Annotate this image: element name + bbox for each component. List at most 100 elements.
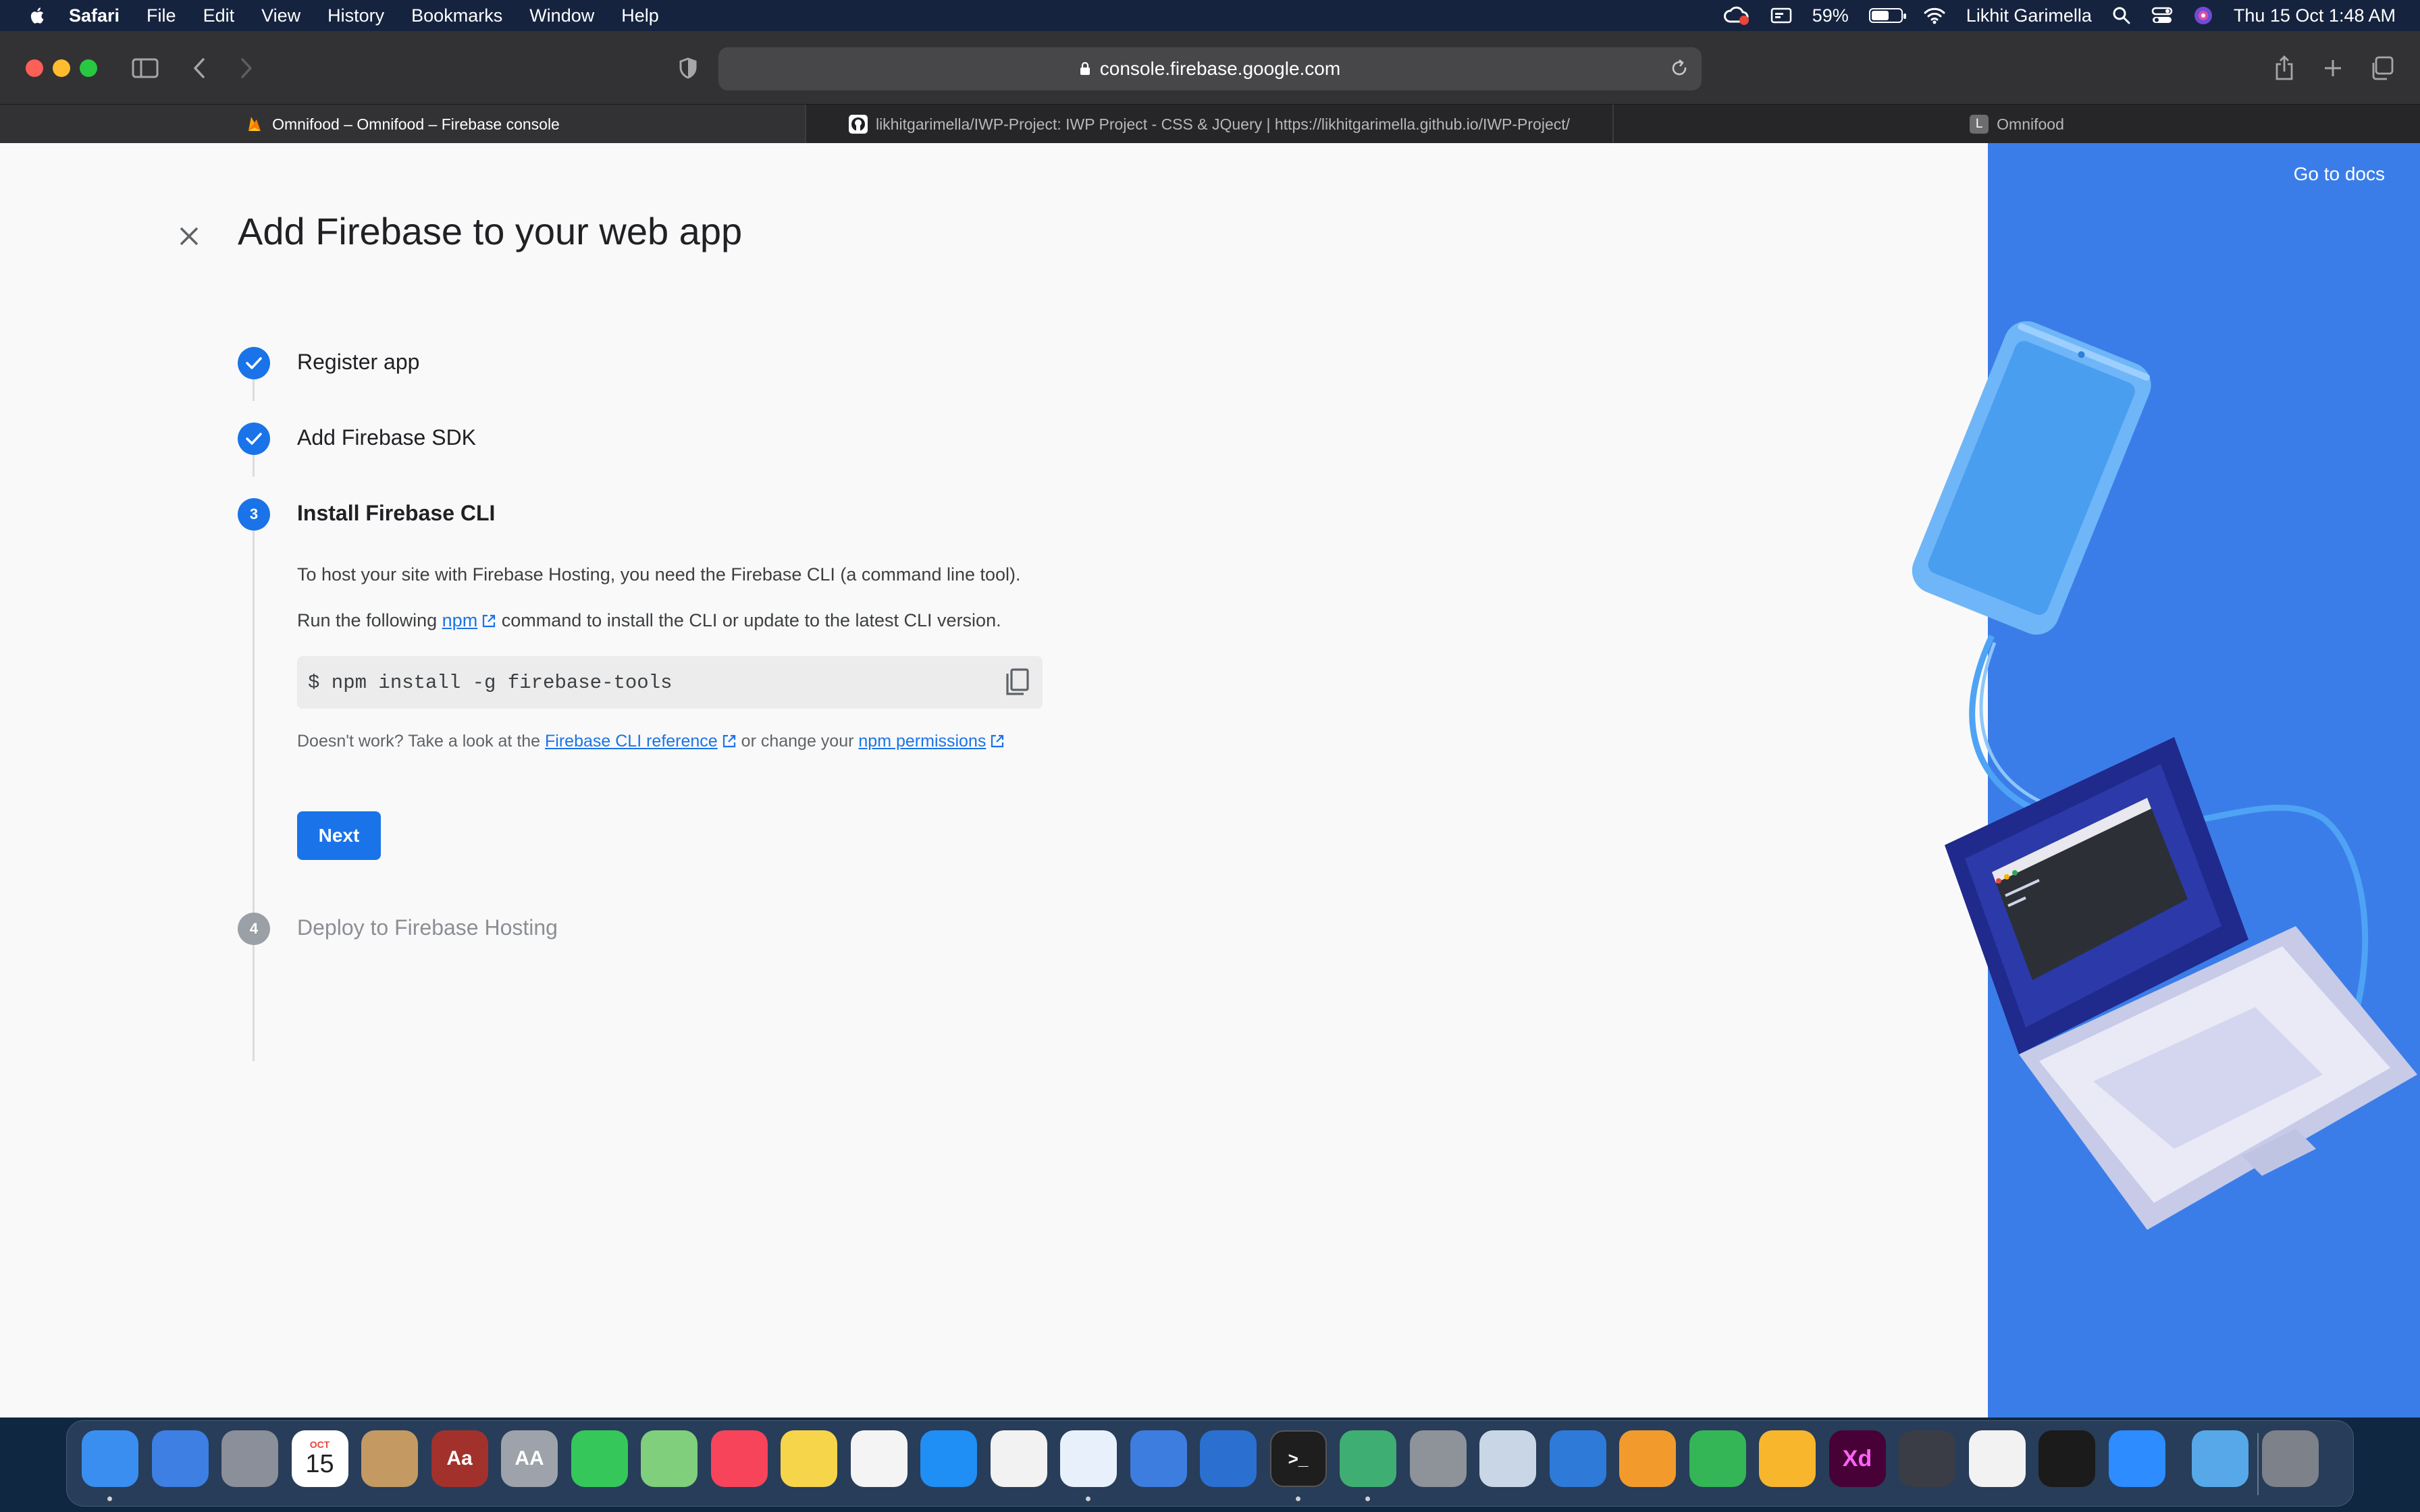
step-1-label: Register app	[297, 350, 420, 374]
menu-bookmarks[interactable]: Bookmarks	[411, 5, 502, 26]
install-intro-text: To host your site with Firebase Hosting,…	[297, 564, 1021, 585]
tab-omnifood[interactable]: L Omnifood	[1614, 105, 2420, 144]
minimize-window-button[interactable]	[53, 59, 70, 77]
trash-icon[interactable]	[2261, 1430, 2319, 1487]
share-icon[interactable]	[2267, 51, 2301, 85]
battery-icon[interactable]	[1868, 8, 1906, 23]
launchpad-icon[interactable]	[221, 1430, 278, 1487]
firebase-cli-reference-link[interactable]: Firebase CLI reference	[545, 732, 718, 751]
npm-permissions-link[interactable]: npm permissions	[858, 732, 986, 751]
menu-view[interactable]: View	[261, 5, 300, 26]
facetime-icon[interactable]	[571, 1430, 628, 1487]
notes-icon[interactable]	[781, 1430, 837, 1487]
photos-icon[interactable]	[850, 1430, 908, 1487]
step-3-label: Install Firebase CLI	[297, 501, 496, 525]
textedit-icon[interactable]	[1968, 1430, 2026, 1487]
adobe-xd-icon[interactable]: Xd	[1829, 1430, 1886, 1487]
address-bar[interactable]: console.firebase.google.com	[718, 47, 1702, 90]
downloads-folder-icon[interactable]	[2192, 1430, 2248, 1487]
menu-edit[interactable]: Edit	[203, 5, 235, 26]
tab-bar: Omnifood – Omnifood – Firebase console l…	[0, 104, 2420, 144]
menu-help[interactable]: Help	[621, 5, 659, 26]
url-text: console.firebase.google.com	[1099, 58, 1341, 79]
calendar-icon[interactable]: OCT 15	[291, 1430, 348, 1487]
letter-favicon-icon: L	[1970, 115, 1989, 134]
app-store-icon[interactable]	[920, 1430, 977, 1487]
maps-icon[interactable]	[641, 1430, 698, 1487]
contacts-icon[interactable]	[361, 1430, 418, 1487]
running-indicator	[1086, 1496, 1090, 1501]
dock: OCT 15 Aa AA >_ Xd	[66, 1420, 2354, 1507]
install-command-text[interactable]: $ npm install -g firebase-tools	[308, 672, 673, 694]
npm-link[interactable]: npm	[442, 610, 478, 630]
forward-icon[interactable]	[230, 51, 263, 85]
menu-bar: Safari File Edit View History Bookmarks …	[0, 0, 2420, 31]
zoom-window-button[interactable]	[80, 59, 97, 77]
lock-icon	[1080, 62, 1090, 75]
menu-app-name[interactable]: Safari	[69, 5, 120, 26]
quicktime-icon[interactable]	[1899, 1430, 1955, 1487]
system-preferences-icon[interactable]	[1409, 1430, 1467, 1487]
copy-icon[interactable]	[1003, 667, 1030, 698]
activity-monitor-icon[interactable]	[2038, 1430, 2095, 1487]
running-indicator	[1365, 1496, 1370, 1501]
tab-firebase-console[interactable]: Omnifood – Omnifood – Firebase console	[0, 105, 806, 144]
privacy-report-icon[interactable]	[671, 51, 705, 85]
finder-icon[interactable]	[82, 1430, 138, 1487]
step-1-check-icon	[238, 347, 270, 379]
step-4-number: 4	[238, 913, 270, 945]
chrome-icon[interactable]	[990, 1430, 1047, 1487]
menu-window[interactable]: Window	[529, 5, 594, 26]
preview-icon[interactable]	[1479, 1430, 1536, 1487]
numbers-icon[interactable]	[1689, 1430, 1746, 1487]
sidebar-toggle-icon[interactable]	[128, 51, 162, 85]
next-button[interactable]: Next	[297, 811, 381, 860]
back-icon[interactable]	[182, 51, 216, 85]
phone-laptop-illustration	[1912, 321, 2417, 1230]
go-to-docs-link[interactable]: Go to docs	[2294, 163, 2385, 185]
keynote-icon[interactable]	[1549, 1430, 1606, 1487]
help-text: Doesn't work? Take a look at the Firebas…	[297, 732, 1005, 751]
clock[interactable]: Thu 15 Oct 1:48 AM	[2234, 5, 2396, 26]
user-name[interactable]: Likhit Garimella	[1966, 5, 2092, 26]
bluetooth-icon[interactable]	[151, 1430, 209, 1487]
dock-separator	[2257, 1433, 2259, 1495]
firebase-page: Add Firebase to your web app Register ap…	[0, 143, 2420, 1418]
menu-file[interactable]: File	[147, 5, 176, 26]
step-2-label: Add Firebase SDK	[297, 425, 477, 450]
atom-icon[interactable]	[1340, 1430, 1396, 1487]
wifi-icon[interactable]	[1923, 7, 1946, 24]
tab-title: likhitgarimella/IWP-Project: IWP Project…	[875, 115, 1571, 133]
page-title: Add Firebase to your web app	[238, 210, 743, 252]
close-window-button[interactable]	[26, 59, 43, 77]
battery-percent: 59%	[1812, 5, 1849, 26]
dictionary-icon[interactable]: Aa	[431, 1430, 488, 1487]
tab-overview-icon[interactable]	[2365, 51, 2398, 85]
screen-mirroring-icon[interactable]	[1770, 7, 1792, 24]
spotlight-search-icon[interactable]	[2112, 6, 2131, 25]
creative-cloud-icon[interactable]	[1723, 5, 1750, 26]
tab-title: Omnifood	[1997, 115, 2064, 133]
app-store-beta-icon[interactable]	[1200, 1430, 1257, 1487]
menu-history[interactable]: History	[327, 5, 384, 26]
install-command-box[interactable]: $ npm install -g firebase-tools	[297, 656, 1043, 709]
close-icon[interactable]	[174, 221, 204, 251]
music-icon[interactable]	[710, 1430, 768, 1487]
font-book-icon[interactable]: AA	[501, 1430, 558, 1487]
terminal-icon[interactable]: >_	[1269, 1430, 1327, 1487]
new-tab-icon[interactable]	[2316, 51, 2350, 85]
siri-icon[interactable]	[2193, 5, 2213, 26]
xcode-beta-icon[interactable]	[1130, 1430, 1187, 1487]
sketch-icon[interactable]	[1759, 1430, 1816, 1487]
pages-icon[interactable]	[1619, 1430, 1676, 1487]
safari-icon[interactable]	[1060, 1430, 1117, 1487]
tab-github[interactable]: likhitgarimella/IWP-Project: IWP Project…	[806, 105, 1614, 144]
zoom-icon[interactable]	[2108, 1430, 2165, 1487]
step-connector	[253, 514, 255, 1061]
step-4-label: Deploy to Firebase Hosting	[297, 915, 558, 940]
control-center-icon[interactable]	[2151, 6, 2173, 25]
external-link-icon	[483, 614, 496, 628]
running-indicator	[1295, 1496, 1300, 1501]
reload-icon[interactable]	[1669, 58, 1689, 78]
apple-menu-icon[interactable]	[28, 6, 45, 25]
